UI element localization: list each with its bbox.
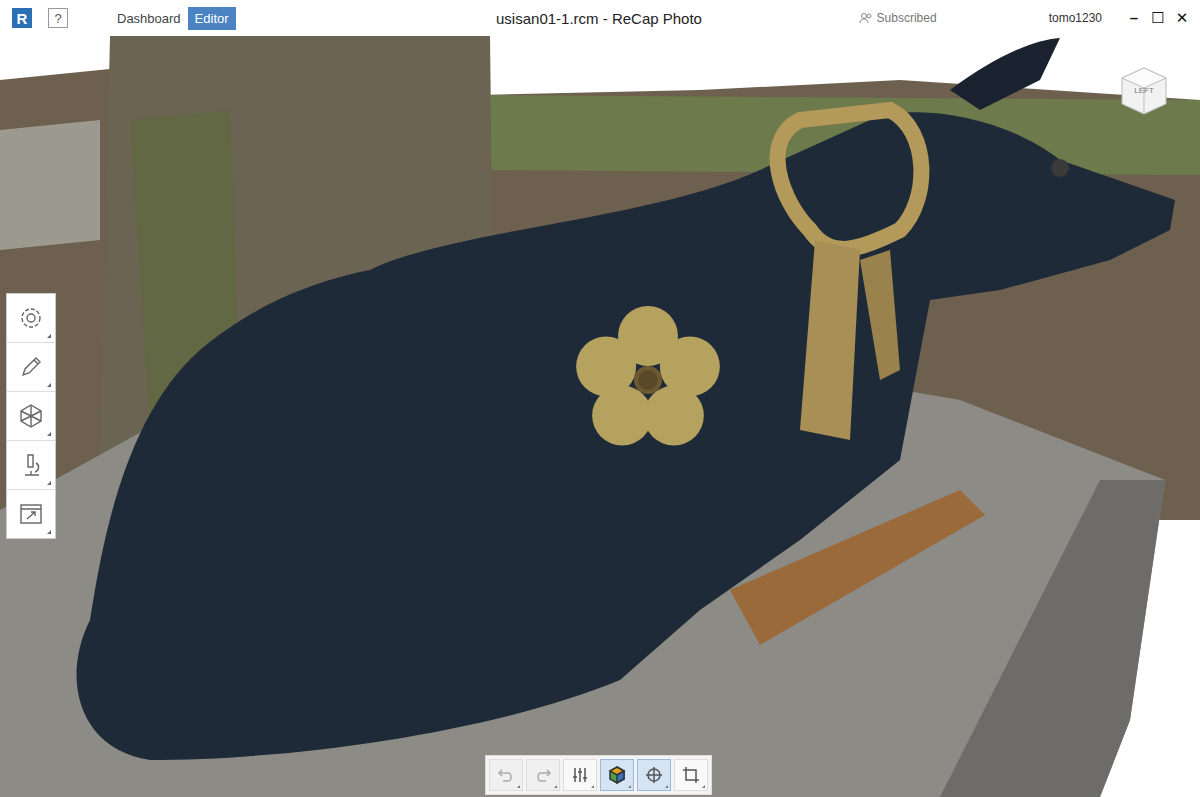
left-tool-button[interactable] [7,490,55,538]
app-logo[interactable]: R [12,8,32,28]
bottom-tool-button[interactable] [489,759,523,791]
bottom-tool-button[interactable] [526,759,560,791]
export-icon [17,500,45,528]
bottom-tool-button[interactable] [563,759,597,791]
cow-statue [77,112,1176,760]
mesh-icon [17,402,45,430]
microscope-icon [17,451,45,479]
view-cube[interactable]: LEFT [1114,62,1174,122]
window-control[interactable]: ✕ [1174,9,1190,27]
window-title: usisan01-1.rcm - ReCap Photo [0,10,1200,27]
window-controls: –☐ ✕ [1126,9,1190,27]
undo-icon [496,765,516,785]
left-tool-button[interactable] [7,392,55,441]
settings-icon [17,304,45,332]
title-bar: R ? DashboardEditor usisan01-1.rcm - ReC… [0,0,1200,36]
left-toolbar [6,293,56,539]
3d-viewport[interactable]: LEFT [0,36,1200,797]
users-icon [859,12,873,24]
left-tool-button[interactable] [7,441,55,490]
recap-window: R ? DashboardEditor usisan01-1.rcm - ReC… [0,0,1200,797]
nav-tabs: DashboardEditor [110,7,236,30]
view-cube-label[interactable]: LEFT [1114,86,1174,95]
color-cube-icon [607,765,627,785]
pencil-icon [17,353,45,381]
model-render [0,36,1200,797]
subscription-status: Subscribed [859,11,937,25]
left-tool-button[interactable] [7,343,55,392]
nav-tab[interactable]: Dashboard [110,7,188,30]
transform-icon [644,765,664,785]
left-tool-button[interactable] [7,294,55,343]
crop-icon [681,765,701,785]
window-control[interactable]: – [1126,9,1142,27]
bottom-tool-button[interactable] [637,759,671,791]
window-control[interactable]: ☐ [1150,9,1166,27]
bottom-toolbar [485,755,712,795]
user-name[interactable]: tomo1230 [1049,11,1102,25]
wooden-tray [730,490,985,645]
help-button[interactable]: ? [48,8,68,28]
bottom-tool-button[interactable] [600,759,634,791]
bottom-tool-button[interactable] [674,759,708,791]
nav-tab[interactable]: Editor [188,7,236,30]
redo-icon [533,765,553,785]
sliders-icon [570,765,590,785]
